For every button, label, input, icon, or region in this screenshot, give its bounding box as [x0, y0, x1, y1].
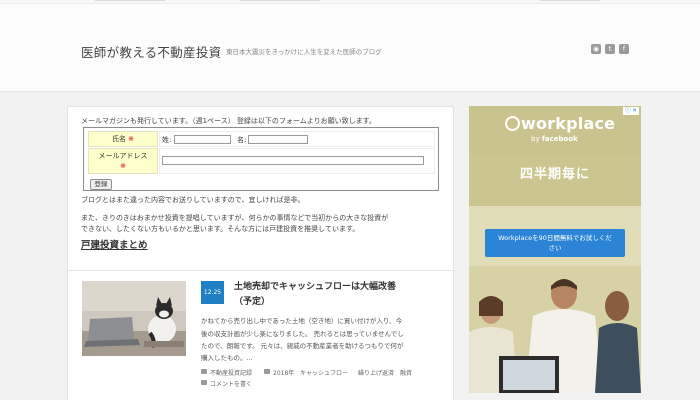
tag-link[interactable]: 融資	[400, 368, 412, 377]
article-excerpt-line: 購入したもの。...	[201, 354, 253, 362]
newsletter-form: 氏名 ※ 姓: 名: メールアドレス ※ 登録	[83, 127, 439, 191]
main-content: メールマガジンも発行しています。（週1ペース） 登録は以下のフォームよりお願い致…	[67, 106, 455, 400]
article-excerpt-line: たので、朗報です。 元々は、親戚の不動産業者を助けるつもりで何が	[201, 342, 404, 350]
twitter-icon[interactable]: t	[605, 44, 615, 54]
site-header: 医師が教える不動産投資 東日本大震災をきっかけに人生を変えた医師のブログ ◉ t…	[0, 4, 700, 92]
workplace-circle-icon	[505, 116, 520, 131]
article-category-link[interactable]: 不動産投資記録	[210, 368, 252, 377]
ad-cta-line: さい	[548, 244, 562, 252]
name-label: 氏名	[111, 135, 126, 143]
workplace-logo: workplace	[505, 114, 615, 133]
name-label-cell: 氏名 ※	[88, 131, 158, 147]
required-mark: ※	[120, 162, 126, 170]
detached-house-summary-link[interactable]: 戸建投資まとめ	[81, 237, 148, 251]
site-title[interactable]: 医師が教える不動産投資	[81, 42, 221, 61]
email-label-cell: メールアドレス ※	[88, 148, 158, 174]
last-name-input[interactable]	[174, 135, 231, 144]
email-field-cell	[159, 148, 435, 174]
tag-link[interactable]: 繰り上げ返済	[358, 368, 394, 377]
top-decor-line	[95, 0, 165, 1]
site-description: 東日本大震災をきっかけに人生を変えた医師のブログ	[226, 48, 382, 56]
cat-laptop-photo	[82, 281, 186, 356]
rss-icon[interactable]: ◉	[591, 44, 601, 54]
advertisement[interactable]: ⓘ ✕ workplace by facebook 四半期毎に Workplac…	[469, 106, 641, 393]
tag-link[interactable]: 2018年	[273, 368, 294, 377]
article-title-continued[interactable]: （予定）	[234, 294, 270, 307]
ad-cta-button[interactable]: Workplaceを90日間無料でお試しくだ さい	[485, 229, 625, 257]
facebook-icon[interactable]: f	[619, 44, 629, 54]
article-title[interactable]: 土地売却でキャッシュフローは大幅改善	[234, 279, 396, 292]
tag-icon	[264, 369, 270, 374]
ad-choices-icon[interactable]: ⓘ ✕	[623, 107, 639, 115]
top-decor-line	[240, 0, 320, 1]
name-field-cell: 姓: 名:	[159, 131, 435, 147]
article-date-badge: 12.25	[201, 281, 224, 304]
top-decor-line	[540, 0, 600, 1]
folder-icon	[201, 369, 207, 374]
mail-paragraph: できない、したくない方もいるかと思います。そんな方には戸建投資を推奨しています。	[81, 225, 360, 233]
last-name-label: 姓:	[162, 136, 172, 144]
email-input[interactable]	[162, 156, 424, 165]
email-label: メールアドレス	[98, 152, 148, 160]
ad-headline: 四半期毎に	[519, 167, 590, 182]
required-mark: ※	[128, 135, 135, 143]
submit-button[interactable]: 登録	[90, 179, 112, 190]
comment-link[interactable]: コメントを書く	[210, 379, 252, 388]
comment-icon	[201, 380, 207, 385]
mail-paragraph: ブログとはまた違った内容でお送りしていますので、宜しければ是非。	[81, 196, 305, 204]
first-name-label: 名:	[237, 136, 247, 144]
section-divider	[68, 270, 455, 271]
article-excerpt-line: かねてから売り出し中であった土地（空き地）に買い付けが入り、今	[201, 317, 403, 325]
tag-link[interactable]: キャッシュフロー	[300, 368, 348, 377]
workplace-brand: workplace	[521, 114, 616, 133]
article-thumbnail[interactable]	[82, 281, 186, 356]
ad-cta-line: Workplaceを90日間無料でお試しくだ	[498, 234, 612, 242]
first-name-input[interactable]	[248, 135, 308, 144]
article-excerpt-line: 後の収支計画が少し楽になりました。 売れるとは思っていませんでし	[201, 330, 404, 338]
mail-intro-text: メールマガジンも発行しています。（週1ペース） 登録は以下のフォームよりお願い致…	[81, 117, 376, 125]
by-facebook-text: by facebook	[531, 135, 578, 143]
mail-paragraph: また、きりのきはおまかせ投資を提唱していますが、何らかの事情などで当初からの大き…	[81, 214, 389, 222]
